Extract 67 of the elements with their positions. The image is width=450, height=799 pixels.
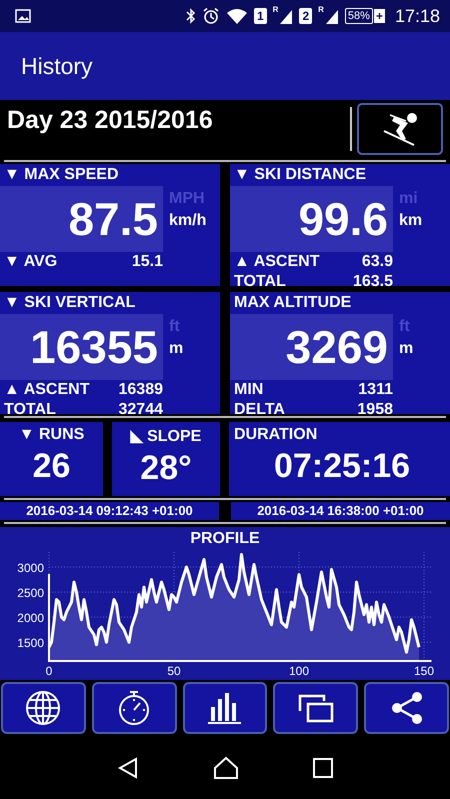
unit-option[interactable]: km/h <box>169 212 206 230</box>
unit-option[interactable]: m <box>169 340 184 358</box>
sim-icon: 2 <box>299 8 312 24</box>
home-icon[interactable] <box>212 756 239 780</box>
toolbar-button[interactable] <box>273 682 358 734</box>
toolbar-button[interactable] <box>1 682 86 734</box>
stat-reading: 32744 <box>118 401 163 419</box>
stat-value: 16355 <box>0 314 163 380</box>
stat-value: 87.5 <box>0 186 163 252</box>
stat-value: 26 <box>32 447 70 486</box>
stat-value: 07:25:16 <box>274 447 410 486</box>
stat-reading: 16389 <box>118 381 163 399</box>
stat-reading: 1311 <box>358 381 393 399</box>
axis-label: 100 <box>288 664 310 678</box>
chart-title: PROFILE <box>190 530 260 548</box>
toolbar-button[interactable] <box>364 682 449 734</box>
stat-label: DELTA <box>234 401 285 419</box>
clock: 17:18 <box>394 6 440 26</box>
recents-icon[interactable] <box>312 756 334 778</box>
signal-icon <box>279 8 294 24</box>
stat-title: MAX ALTITUDE <box>233 293 352 313</box>
axis-label: 1500 <box>17 636 44 650</box>
day-title: Day 23 2015/2016 <box>7 106 214 135</box>
axis-label: 0 <box>46 664 52 678</box>
screen-title: History <box>21 52 93 80</box>
stat-reading: 163.5 <box>352 273 393 291</box>
stat-title: ▼ SKI VERTICAL <box>3 293 136 313</box>
image-icon <box>15 8 31 24</box>
stat-reading: 15.1 <box>132 253 163 271</box>
sim-icon: 1 <box>254 8 267 24</box>
activity-button[interactable] <box>357 103 443 155</box>
stat-title: ◣ SLOPE <box>130 427 202 446</box>
stat-value: 3269 <box>230 314 393 380</box>
roaming-indicator: R <box>272 5 278 14</box>
timestamp: 2016-03-14 09:12:43 +01:00 <box>0 502 219 520</box>
stat-label: TOTAL <box>4 401 56 419</box>
globe-icon <box>24 689 62 727</box>
axis-label: 2500 <box>17 586 44 600</box>
axis-label: 150 <box>414 664 434 678</box>
bluetooth-icon <box>186 8 196 24</box>
toolbar-button[interactable] <box>182 682 268 734</box>
unit-option[interactable]: m <box>399 340 414 358</box>
timestamp: 2016-03-14 16:38:00 +01:00 <box>231 502 450 520</box>
charging-icon: + <box>374 9 385 23</box>
stat-title: ▼ MAX SPEED <box>3 165 120 185</box>
stat-title: ▼ SKI DISTANCE <box>233 165 367 185</box>
axis-label: 50 <box>167 664 181 678</box>
toolbar-button[interactable] <box>92 682 177 734</box>
stat-title: DURATION <box>234 426 318 444</box>
stat-label: ▲ ASCENT <box>4 381 90 399</box>
stat-value: 99.6 <box>230 186 393 252</box>
stat-reading: 63.9 <box>362 253 393 271</box>
alarm-icon <box>202 7 220 25</box>
axis-label: 3000 <box>17 561 44 576</box>
stat-label: ▲ ASCENT <box>234 253 320 271</box>
stat-reading: 1958 <box>357 401 393 419</box>
battery-icon: 58% <box>344 8 373 24</box>
stat-title: ▼ RUNS <box>18 426 84 444</box>
roaming-indicator: R <box>318 5 324 14</box>
stat-label: TOTAL <box>234 273 286 291</box>
axis-label: 2000 <box>17 611 44 626</box>
wifi-icon <box>226 8 248 24</box>
unit-option[interactable]: km <box>399 212 422 230</box>
stat-label: ▼ AVG <box>4 253 58 271</box>
stat-value: 28° <box>140 449 192 488</box>
stat-label: MIN <box>234 381 264 399</box>
signal-icon <box>324 8 339 24</box>
